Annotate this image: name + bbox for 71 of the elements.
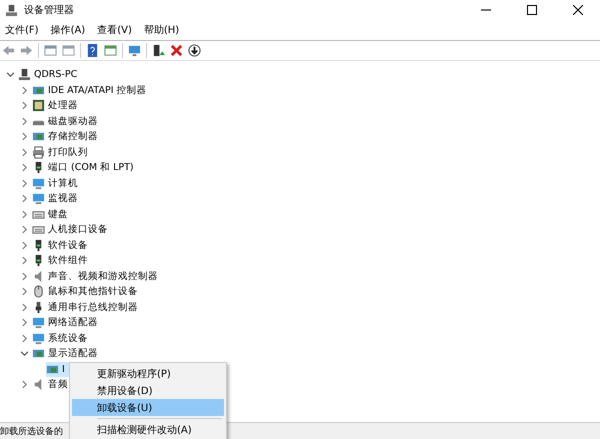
tree-item[interactable]: 打印队列	[48, 146, 88, 159]
tree-item[interactable]: 系统设备	[48, 332, 88, 345]
tree-item[interactable]: 声音、视频和游戏控制器	[48, 270, 158, 283]
device-add-icon[interactable]	[152, 44, 165, 57]
menu-item[interactable]: 卸载设备(U)	[72, 399, 224, 416]
menu-item[interactable]: 文件(F)	[5, 23, 39, 37]
monitor-icon	[32, 332, 45, 345]
back-arrow-icon[interactable]	[2, 44, 15, 57]
expand-chevron-icon[interactable]	[20, 148, 29, 157]
tree-item[interactable]: 音频	[48, 378, 68, 392]
chip-icon	[32, 99, 45, 112]
menu-item[interactable]: 操作(A)	[50, 23, 86, 37]
tree-item[interactable]: IDE ATA/ATAPI 控制器	[48, 84, 147, 97]
tree-item[interactable]: 端口 (COM 和 LPT)	[48, 161, 134, 174]
tree-item[interactable]: QDRS-PC	[34, 69, 78, 80]
expand-chevron-icon[interactable]	[20, 318, 29, 328]
tree-item[interactable]: 通用串行总线控制器	[48, 300, 138, 314]
app-icon	[5, 4, 18, 16]
help-icon[interactable]	[86, 44, 99, 57]
tree-item[interactable]: 监视器	[48, 192, 78, 206]
close-icon[interactable]	[573, 5, 583, 15]
tree-item[interactable]: 软件设备	[48, 238, 88, 252]
menu-item[interactable]: 查看(V)	[97, 23, 132, 37]
expand-chevron-icon[interactable]	[20, 210, 29, 219]
window-panel-icon[interactable]	[104, 44, 117, 57]
menu-item[interactable]: 更新驱动程序(P)	[72, 365, 224, 382]
tree-item[interactable]: 存储控制器	[48, 130, 98, 144]
expand-chevron-icon[interactable]	[20, 225, 29, 234]
maximize-icon[interactable]	[527, 5, 537, 15]
window-panel-icon[interactable]	[62, 44, 75, 57]
expand-chevron-icon[interactable]	[20, 380, 29, 390]
expand-chevron-icon[interactable]	[20, 272, 29, 281]
tree-item[interactable]: 软件组件	[48, 254, 88, 268]
tree-item[interactable]: 显示适配器	[48, 347, 98, 360]
expand-chevron-icon[interactable]	[20, 287, 29, 296]
tree-item[interactable]: 人机接口设备	[48, 223, 108, 236]
tree-item[interactable]: I	[62, 364, 65, 375]
expand-chevron-icon[interactable]	[20, 240, 29, 250]
computer-icon	[18, 68, 31, 82]
monitor-icon[interactable]	[128, 44, 141, 57]
download-icon[interactable]	[188, 44, 201, 57]
tree-item[interactable]: 计算机	[48, 176, 78, 190]
monitor-icon	[32, 316, 45, 330]
expand-chevron-icon[interactable]	[20, 256, 29, 266]
tree-item[interactable]: 磁盘驱动器	[48, 114, 98, 128]
tree-item[interactable]: 网络适配器	[48, 316, 98, 330]
menu-item[interactable]: 禁用设备(D)	[72, 382, 224, 399]
window-panel-icon[interactable]	[44, 44, 57, 57]
tree-item[interactable]: 鼠标和其他指针设备	[48, 285, 138, 298]
expand-chevron-icon[interactable]	[20, 116, 29, 126]
expand-chevron-icon[interactable]	[20, 194, 29, 204]
printer-icon	[32, 146, 45, 159]
forward-arrow-icon[interactable]	[20, 44, 33, 57]
expand-chevron-icon[interactable]	[20, 163, 29, 172]
mouse-icon	[32, 285, 45, 298]
expand-chevron-icon[interactable]	[20, 302, 29, 312]
collapse-chevron-icon[interactable]	[20, 349, 29, 358]
tree-item[interactable]: 处理器	[48, 99, 78, 112]
window-title: 设备管理器	[24, 4, 75, 17]
monitor-icon	[32, 176, 45, 190]
menu-item[interactable]: 帮助(H)	[144, 23, 180, 37]
delete-icon[interactable]	[170, 44, 183, 57]
monitor-icon	[32, 192, 45, 206]
collapse-chevron-icon[interactable]	[6, 70, 15, 80]
menu-item[interactable]: 扫描检测硬件改动(A)	[72, 421, 224, 438]
expand-chevron-icon[interactable]	[20, 334, 29, 343]
tree-item[interactable]: 键盘	[48, 208, 68, 221]
expand-chevron-icon[interactable]	[20, 101, 29, 110]
expand-chevron-icon[interactable]	[20, 86, 29, 95]
expand-chevron-icon[interactable]	[20, 178, 29, 188]
expand-chevron-icon[interactable]	[20, 132, 29, 142]
